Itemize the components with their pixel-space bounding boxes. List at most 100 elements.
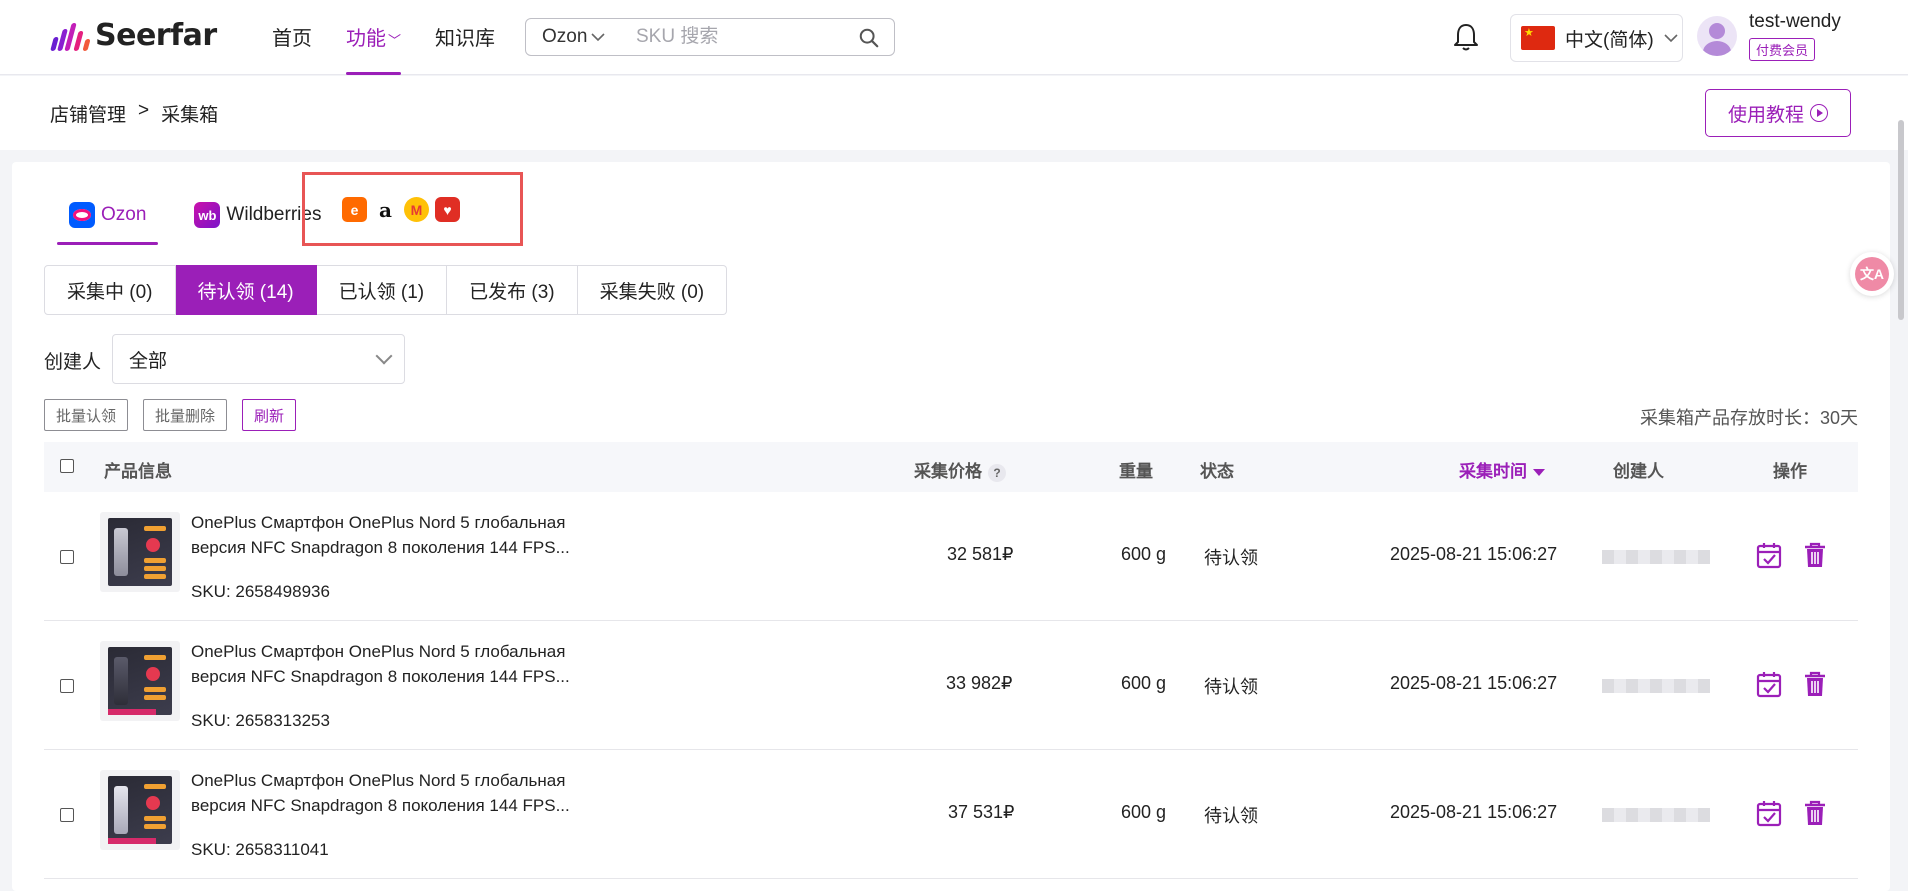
language-label: 中文(简体): [1565, 29, 1654, 51]
creator-filter-value: 全部: [129, 350, 168, 372]
top-navbar: Seerfar 首页 功能﹀ 知识库 Ozon 中文(简体) test-wend…: [0, 0, 1908, 75]
row-checkbox[interactable]: [60, 550, 74, 564]
table-row: OnePlus Смартфон OnePlus Nord 5 глобальн…: [44, 750, 1858, 879]
collect-time: 2025-08-21 15:06:27: [1390, 544, 1558, 564]
collect-price: 33 982₽: [946, 673, 1013, 693]
column-collect-time[interactable]: 采集时间: [1459, 457, 1545, 482]
creator-filter-label: 创建人: [44, 352, 102, 373]
collection-box-card: Ozon wb Wildberries e a M ♥ 采集中 (0) 待认领 …: [12, 162, 1890, 891]
nav-label: 知识库: [435, 28, 496, 50]
weight: 600 g: [1121, 673, 1167, 693]
chevron-down-icon: [375, 347, 393, 365]
calendar-check-icon[interactable]: [1755, 798, 1783, 828]
tutorial-button[interactable]: 使用教程: [1705, 89, 1851, 137]
status-text: 待认领: [1204, 677, 1258, 697]
sort-desc-icon[interactable]: [1533, 469, 1545, 477]
calendar-check-icon[interactable]: [1755, 540, 1783, 570]
trash-icon[interactable]: [1801, 798, 1829, 828]
retention-note: 采集箱产品存放时长：30天: [1639, 408, 1858, 428]
row-checkbox[interactable]: [60, 808, 74, 822]
status-text: 待认领: [1204, 548, 1258, 568]
column-status: 状态: [1200, 462, 1234, 481]
creator-redacted: [1602, 550, 1710, 564]
megamarket-icon[interactable]: M: [404, 197, 429, 222]
collect-time: 2025-08-21 15:06:27: [1390, 673, 1558, 693]
product-sku: SKU: 2658498936: [191, 582, 330, 601]
tab-label: Ozon: [101, 204, 147, 225]
column-price: 采集价格?: [914, 457, 1006, 482]
membership-badge: 付费会员: [1749, 38, 1816, 61]
tab-claimed[interactable]: 已认领 (1): [316, 265, 448, 315]
product-sku: SKU: 2658313253: [191, 711, 330, 730]
wildberries-logo-icon: wb: [194, 202, 221, 228]
product-thumbnail[interactable]: [100, 770, 180, 850]
product-title[interactable]: OnePlus Смартфон OnePlus Nord 5 глобальн…: [191, 768, 621, 818]
nav-label: 首页: [272, 28, 312, 50]
main-nav: 首页 功能 ﹀ 知识库: [272, 22, 495, 75]
1688-icon[interactable]: e: [342, 197, 367, 222]
row-checkbox[interactable]: [60, 679, 74, 693]
china-flag-icon: [1521, 26, 1555, 50]
nav-item-home[interactable]: 首页: [272, 22, 312, 75]
nav-item-knowledge[interactable]: 知识库: [435, 22, 495, 75]
breadcrumb: 店铺管理 > 采集箱: [50, 100, 218, 127]
chevron-down-icon: ﹀: [388, 33, 402, 48]
trash-icon[interactable]: [1801, 669, 1829, 699]
column-creator: 创建人: [1613, 462, 1664, 481]
tutorial-button-label: 使用教程: [1727, 104, 1804, 126]
page-scrollbar[interactable]: [1898, 120, 1904, 320]
creator-redacted: [1602, 808, 1710, 822]
status-tabs: 采集中 (0) 待认领 (14) 已认领 (1) 已发布 (3) 采集失败 (0…: [44, 265, 728, 315]
search-platform-label: Ozon: [542, 26, 588, 47]
table-header: 产品信息 采集价格? 重量 状态 采集时间 创建人 操作: [44, 442, 1858, 492]
user-name[interactable]: test-wendy: [1749, 11, 1841, 33]
translate-float-button[interactable]: 文A: [1850, 252, 1894, 296]
tab-collecting[interactable]: 采集中 (0): [44, 265, 176, 315]
logo-text: Seerfar: [95, 18, 217, 53]
column-weight: 重量: [1119, 462, 1153, 481]
product-sku: SKU: 2658311041: [191, 840, 329, 859]
tab-failed[interactable]: 采集失败 (0): [577, 265, 728, 315]
tab-pending-claim[interactable]: 待认领 (14): [175, 265, 317, 315]
calendar-check-icon[interactable]: [1755, 669, 1783, 699]
seerfar-logo[interactable]: Seerfar: [50, 18, 217, 53]
ozon-logo-icon: [69, 202, 95, 228]
product-thumbnail[interactable]: [100, 512, 180, 592]
help-icon[interactable]: ?: [988, 463, 1006, 482]
tab-published[interactable]: 已发布 (3): [447, 265, 578, 315]
table-row: OnePlus Смартфон OnePlus Nord 5 глобальн…: [44, 621, 1858, 750]
column-price-label: 采集价格: [914, 462, 982, 481]
table-row: OnePlus Смартфон OnePlus Nord 5 глобальн…: [44, 492, 1858, 621]
breadcrumb-bar: 店铺管理 > 采集箱 使用教程: [0, 76, 1908, 150]
trash-icon[interactable]: [1801, 540, 1829, 570]
avatar[interactable]: [1697, 16, 1737, 56]
weight: 600 g: [1121, 802, 1167, 822]
nav-item-features[interactable]: 功能 ﹀: [346, 22, 402, 75]
column-product: 产品信息: [104, 462, 172, 481]
batch-delete-button[interactable]: 批量删除: [143, 399, 228, 431]
select-all-checkbox[interactable]: [60, 459, 74, 473]
collect-time: 2025-08-21 15:06:27: [1390, 802, 1558, 822]
creator-filter-select[interactable]: 全部: [112, 334, 405, 384]
search-platform-select[interactable]: Ozon: [526, 26, 636, 48]
product-title[interactable]: OnePlus Смартфон OnePlus Nord 5 глобальн…: [191, 510, 621, 560]
language-selector[interactable]: 中文(简体): [1510, 14, 1683, 62]
refresh-button[interactable]: 刷新: [242, 399, 297, 431]
chevron-down-icon: [591, 33, 605, 42]
creator-redacted: [1602, 679, 1710, 693]
breadcrumb-separator: >: [138, 100, 150, 121]
tab-ozon[interactable]: Ozon: [57, 197, 159, 245]
collect-price: 37 531₽: [948, 802, 1015, 822]
bell-icon[interactable]: [1452, 22, 1480, 52]
search-icon[interactable]: [858, 27, 880, 49]
search-input[interactable]: [636, 26, 836, 48]
product-title[interactable]: OnePlus Смартфон OnePlus Nord 5 глобальн…: [191, 639, 621, 689]
breadcrumb-store-management[interactable]: 店铺管理: [50, 100, 126, 127]
nav-label: 功能: [346, 28, 386, 50]
product-thumbnail[interactable]: [100, 641, 180, 721]
play-icon: [1810, 104, 1828, 122]
batch-claim-button[interactable]: 批量认领: [44, 399, 129, 431]
translate-icon: 文A: [1855, 257, 1889, 291]
amazon-icon[interactable]: a: [373, 197, 398, 222]
pinduoduo-icon[interactable]: ♥: [435, 197, 460, 222]
